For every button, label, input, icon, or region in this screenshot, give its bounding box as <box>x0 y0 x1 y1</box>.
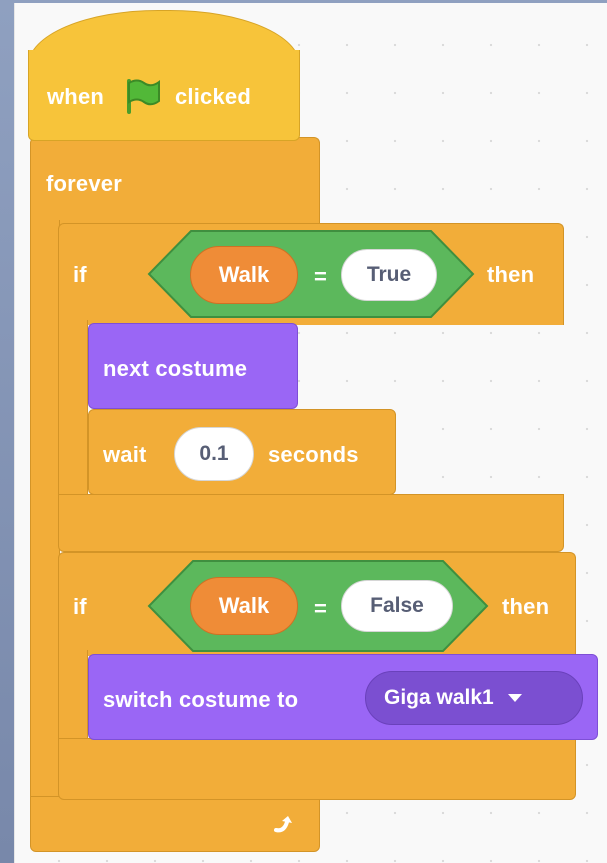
equals-sign-2: = <box>314 596 328 621</box>
if-block-2-bottom <box>58 738 576 800</box>
if-1-if-label: if <box>73 262 87 287</box>
if-2-if-label: if <box>73 594 87 619</box>
green-flag-icon <box>127 79 160 114</box>
if-2-then-label: then <box>502 594 550 619</box>
value-input-2[interactable]: False <box>341 580 453 632</box>
equals-sign-1: = <box>314 264 328 289</box>
loop-arrow-icon <box>274 816 292 833</box>
if-block-1-bottom <box>58 494 564 552</box>
next-costume-label: next costume <box>103 356 248 381</box>
dropdown-caret-icon <box>507 694 522 702</box>
hat-when-label: when <box>47 84 105 109</box>
wait-label: wait <box>103 442 147 467</box>
costume-dropdown[interactable]: Giga walk1 <box>365 671 583 725</box>
walk-variable-1[interactable]: Walk <box>190 246 298 304</box>
if-1-then-label: then <box>487 262 535 287</box>
switch-costume-label: switch costume to <box>103 687 299 712</box>
hat-clicked-label: clicked <box>175 84 252 109</box>
value-input-1[interactable]: True <box>341 249 437 301</box>
seconds-label: seconds <box>268 442 359 467</box>
forever-arm <box>30 220 60 806</box>
forever-label: forever <box>46 171 122 196</box>
if-block-2-arm <box>58 650 88 750</box>
costume-dropdown-value: Giga walk1 <box>384 686 494 709</box>
if-block-1-arm <box>58 320 88 500</box>
walk-variable-2[interactable]: Walk <box>190 577 298 635</box>
wait-seconds-input[interactable]: 0.1 <box>174 427 254 481</box>
